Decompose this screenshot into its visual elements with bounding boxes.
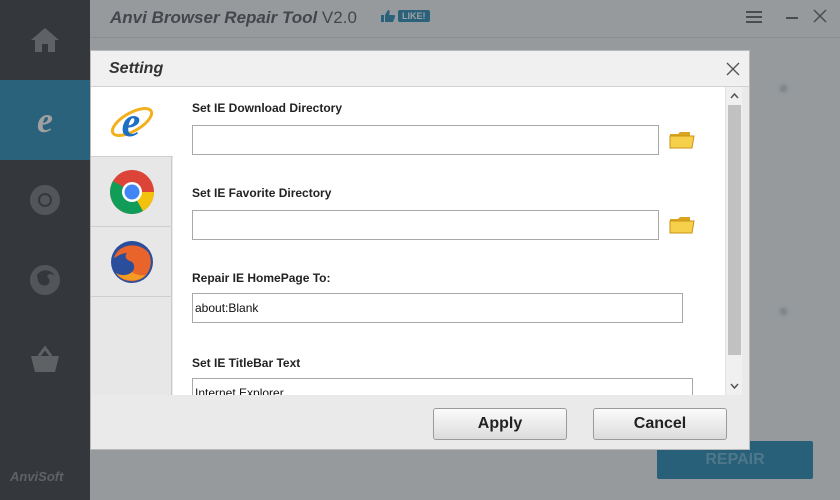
browse-favorite-dir-button[interactable] bbox=[667, 213, 697, 237]
settings-dialog: Setting e Set IE Download Directory Set … bbox=[90, 50, 750, 450]
browse-download-dir-button[interactable] bbox=[667, 128, 697, 152]
folder-icon bbox=[669, 132, 695, 149]
scroll-up-arrow[interactable] bbox=[726, 89, 743, 103]
chevron-down-icon bbox=[730, 383, 739, 389]
chevron-up-icon bbox=[730, 93, 739, 99]
homepage-input[interactable] bbox=[192, 293, 683, 323]
settings-content: Set IE Download Directory Set IE Favorit… bbox=[173, 87, 725, 395]
titlebar-text-label: Set IE TitleBar Text bbox=[192, 356, 301, 370]
cancel-button[interactable]: Cancel bbox=[593, 408, 727, 440]
browser-tabs: e bbox=[91, 87, 173, 395]
dialog-header: Setting bbox=[91, 51, 749, 87]
svg-text:e: e bbox=[122, 100, 141, 146]
titlebar-text-input[interactable] bbox=[192, 378, 693, 395]
scrollbar-thumb[interactable] bbox=[728, 105, 741, 355]
tab-firefox[interactable] bbox=[91, 227, 172, 297]
vertical-scrollbar[interactable] bbox=[725, 87, 742, 395]
dialog-title: Setting bbox=[109, 60, 164, 77]
chrome-icon bbox=[109, 169, 154, 214]
download-dir-label: Set IE Download Directory bbox=[192, 101, 343, 115]
ie-icon: e bbox=[110, 100, 154, 146]
dialog-close-icon[interactable] bbox=[725, 61, 741, 77]
tab-chrome[interactable] bbox=[91, 157, 172, 227]
dialog-footer: Apply Cancel bbox=[91, 395, 749, 449]
download-dir-input[interactable] bbox=[192, 125, 659, 155]
favorite-dir-input[interactable] bbox=[192, 210, 659, 240]
firefox-icon bbox=[110, 240, 153, 283]
favorite-dir-label: Set IE Favorite Directory bbox=[192, 186, 332, 200]
apply-button[interactable]: Apply bbox=[433, 408, 567, 440]
scroll-down-arrow[interactable] bbox=[726, 379, 743, 393]
tab-ie[interactable]: e bbox=[91, 87, 173, 157]
homepage-label: Repair IE HomePage To: bbox=[192, 271, 331, 285]
folder-icon bbox=[669, 217, 695, 234]
